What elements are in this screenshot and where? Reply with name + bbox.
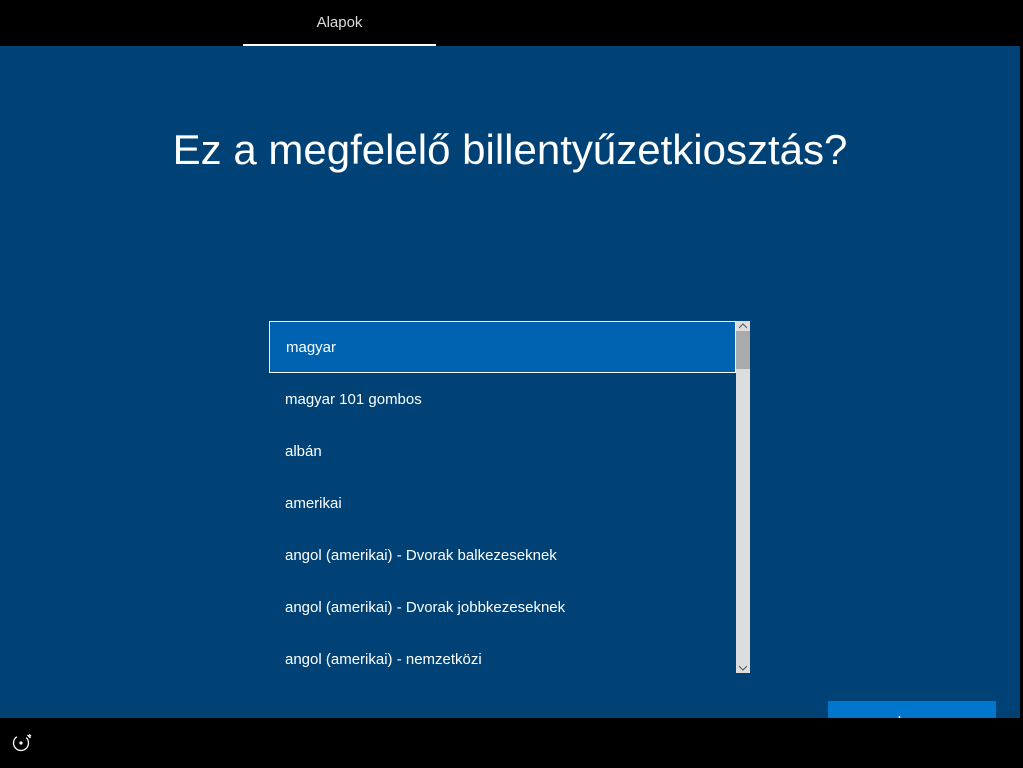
- scroll-up-arrow-icon[interactable]: [736, 321, 750, 331]
- list-item-label: angol (amerikai) - nemzetközi: [285, 651, 482, 668]
- list-item[interactable]: angol (amerikai) - Dvorak jobbkezeseknek: [269, 581, 736, 633]
- list-item-label: albán: [285, 443, 322, 460]
- scroll-track[interactable]: [736, 331, 750, 663]
- scrollbar[interactable]: [736, 321, 750, 673]
- scroll-thumb[interactable]: [736, 331, 750, 369]
- bottom-bar: [0, 718, 1023, 768]
- tab-basics[interactable]: Alapok: [243, 0, 436, 46]
- list-item[interactable]: angol (amerikai) - Dvorak balkezeseknek: [269, 529, 736, 581]
- top-bar: Alapok: [0, 0, 1023, 46]
- list-item-label: magyar 101 gombos: [285, 391, 422, 408]
- list-item[interactable]: amerikai: [269, 477, 736, 529]
- list-item[interactable]: albán: [269, 425, 736, 477]
- list-item[interactable]: angol (amerikai) - nemzetközi: [269, 633, 736, 673]
- accessibility-icon[interactable]: [12, 732, 32, 752]
- list-item-label: amerikai: [285, 495, 342, 512]
- main-area: Ez a megfelelő billentyűzetkiosztás? mag…: [0, 46, 1023, 718]
- list-item[interactable]: magyar: [269, 321, 736, 373]
- keyboard-layout-list[interactable]: magyar magyar 101 gombos albán amerikai ango…: [269, 321, 736, 673]
- keyboard-layout-list-wrap: magyar magyar 101 gombos albán amerikai ango…: [269, 321, 750, 673]
- list-item-label: magyar: [286, 339, 336, 356]
- list-item-label: angol (amerikai) - Dvorak jobbkezeseknek: [285, 599, 565, 616]
- scroll-down-arrow-icon[interactable]: [736, 663, 750, 673]
- list-item[interactable]: magyar 101 gombos: [269, 373, 736, 425]
- list-item-label: angol (amerikai) - Dvorak balkezeseknek: [285, 547, 557, 564]
- page-title: Ez a megfelelő billentyűzetkiosztás?: [0, 126, 1020, 174]
- tab-basics-label: Alapok: [317, 14, 363, 31]
